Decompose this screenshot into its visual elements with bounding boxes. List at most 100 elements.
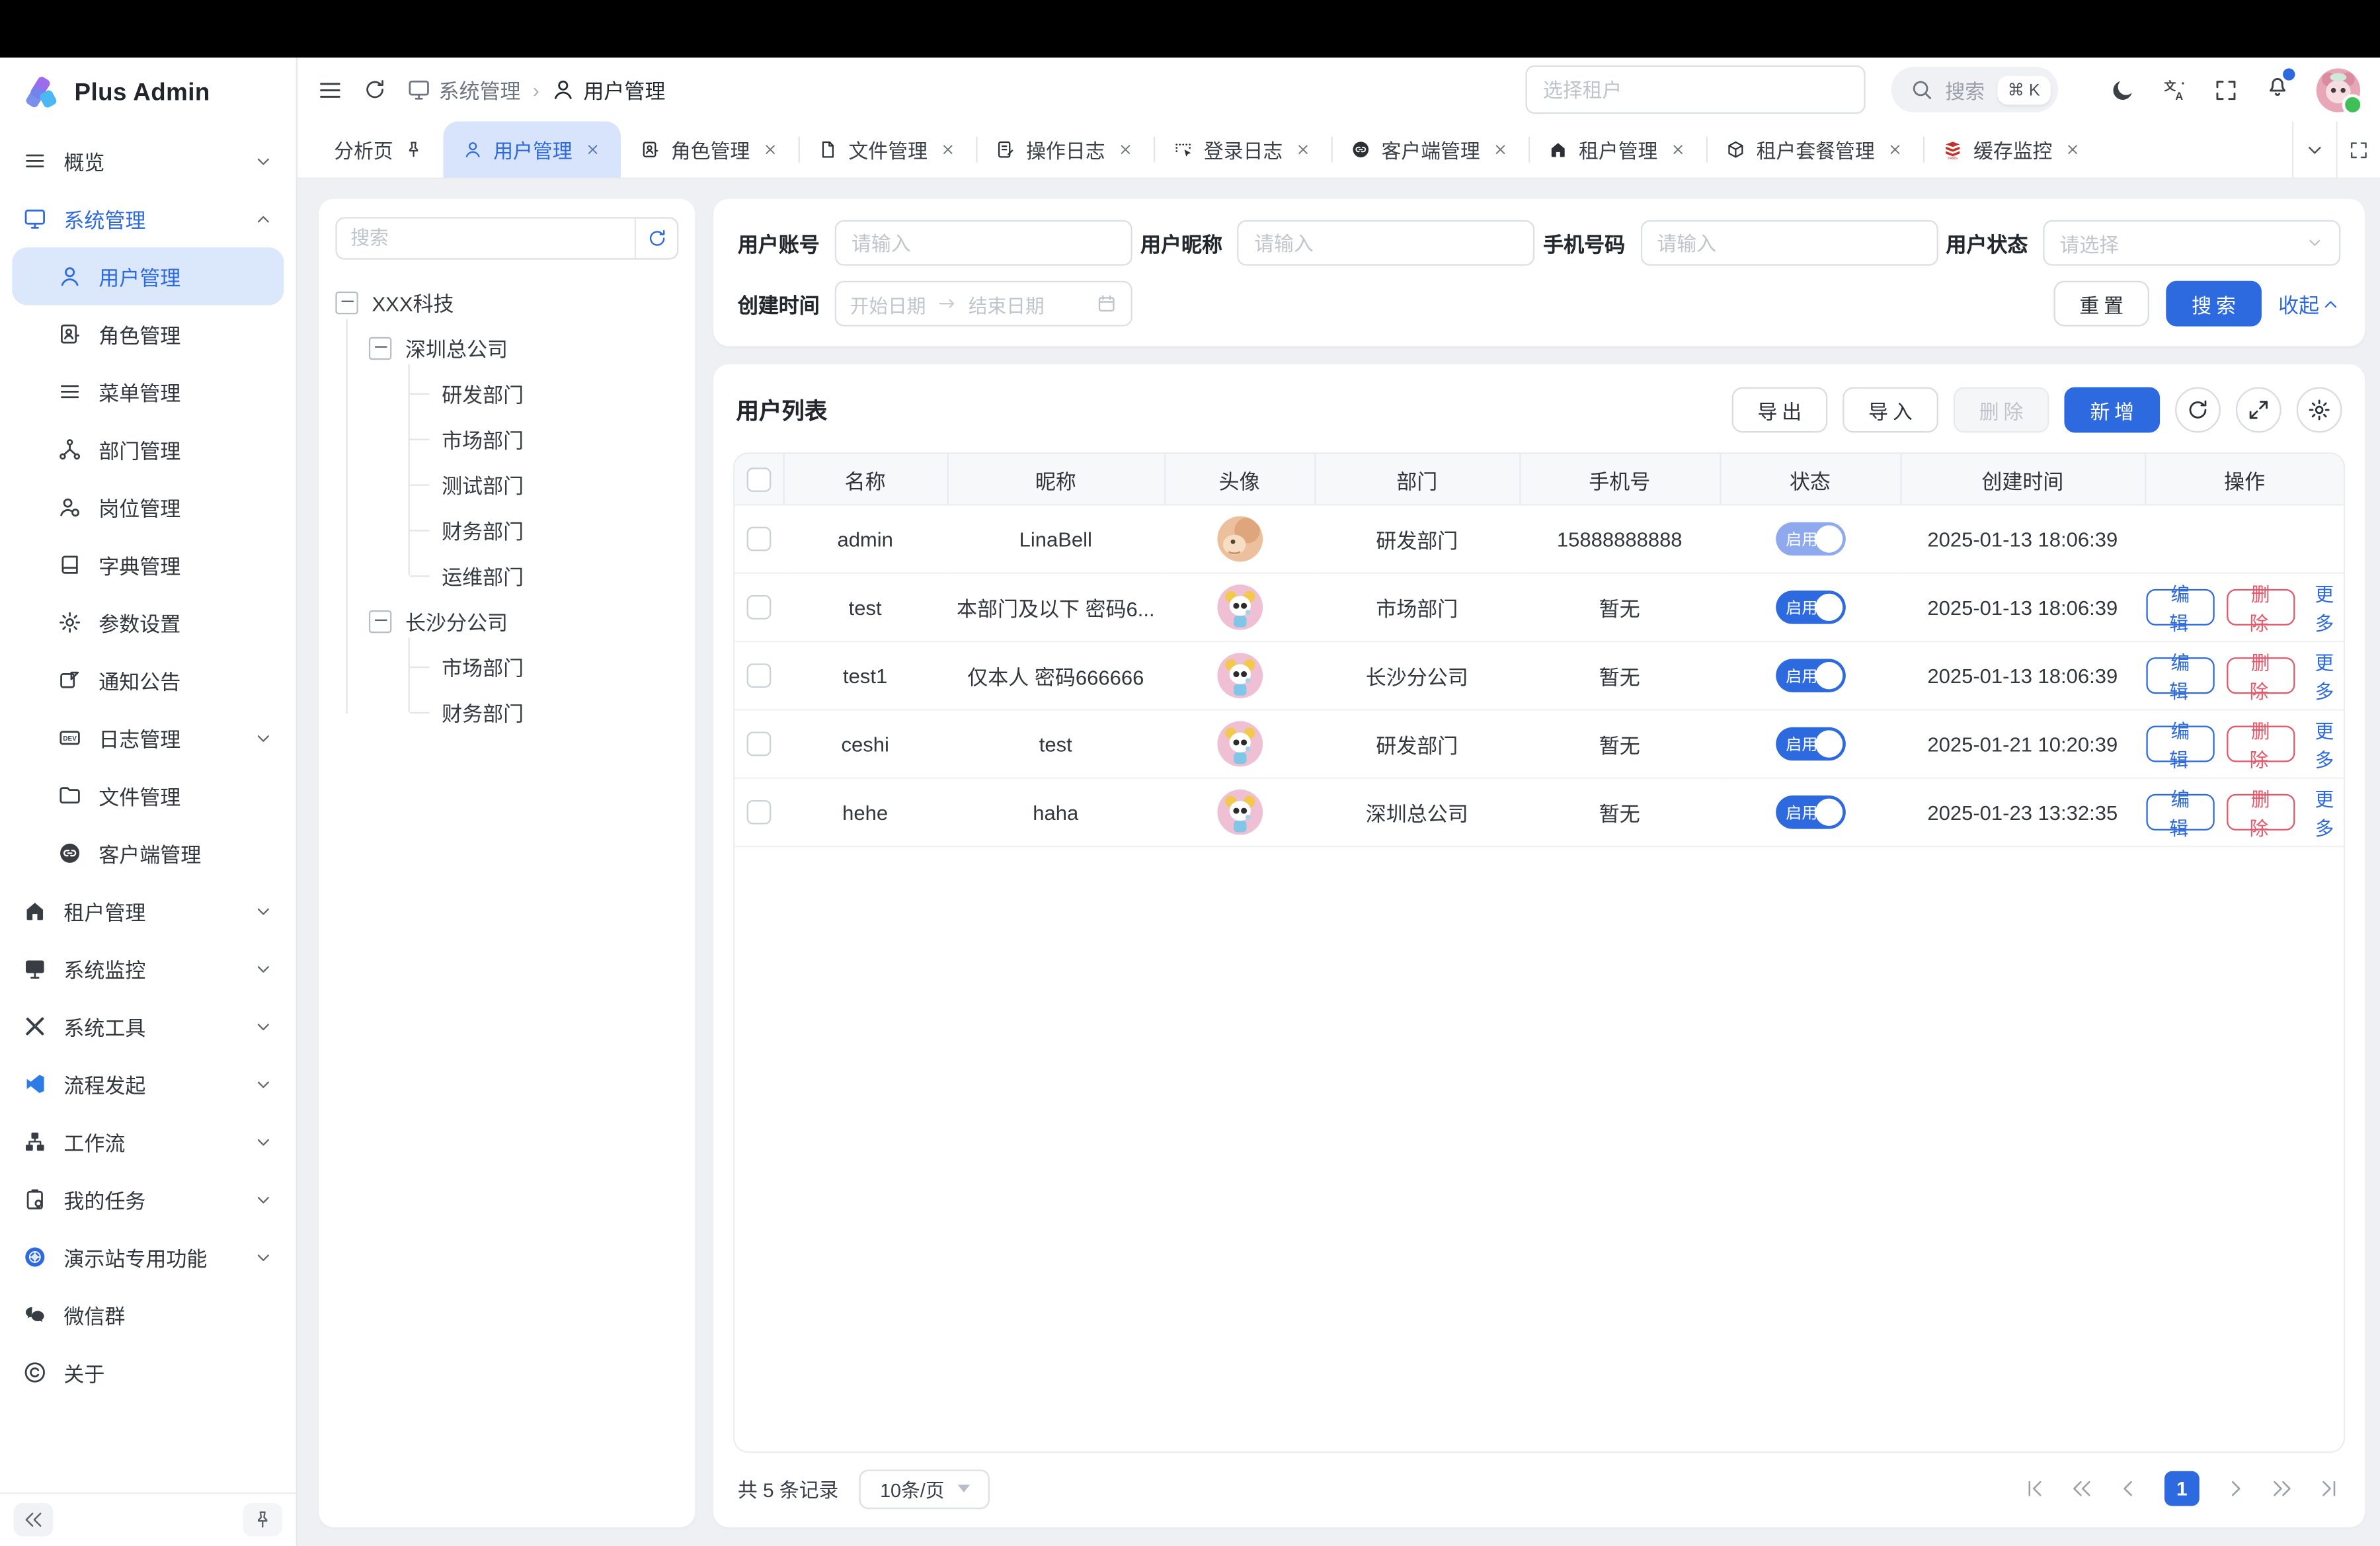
user-avatar-image[interactable] xyxy=(1216,721,1262,767)
close-icon[interactable] xyxy=(1295,142,1312,158)
status-toggle[interactable]: 启用 xyxy=(1775,795,1845,829)
tree-node-深圳总公司[interactable]: 深圳总公司 xyxy=(369,325,678,370)
delete-row-button[interactable]: 删除 xyxy=(2227,725,2295,762)
fullscreen-icon[interactable] xyxy=(2213,77,2239,102)
sidebar-item-角色管理[interactable]: 角色管理 xyxy=(0,305,296,362)
tab-分析页[interactable]: 分析页 xyxy=(314,122,443,178)
last-page-button[interactable] xyxy=(2318,1477,2340,1500)
hamburger-menu-icon[interactable] xyxy=(317,77,343,102)
row-checkbox[interactable] xyxy=(747,596,772,620)
tab-用户管理[interactable]: 用户管理 xyxy=(443,122,621,178)
more-actions-link[interactable]: 更多 xyxy=(2307,579,2342,636)
export-button[interactable]: 导出 xyxy=(1732,387,1828,432)
row-checkbox[interactable] xyxy=(747,664,772,688)
close-icon[interactable] xyxy=(762,142,779,158)
tab-操作日志[interactable]: 操作日志 xyxy=(976,122,1154,178)
filter-input-用户账号[interactable] xyxy=(835,220,1132,266)
jump-forward-button[interactable] xyxy=(2271,1477,2293,1500)
close-icon[interactable] xyxy=(2065,142,2081,158)
pin-icon[interactable] xyxy=(404,140,424,159)
close-icon[interactable] xyxy=(1670,142,1686,158)
sidebar-item-岗位管理[interactable]: 岗位管理 xyxy=(0,478,296,536)
select-all-checkbox[interactable] xyxy=(746,467,771,491)
breadcrumb-item-system[interactable]: 系统管理 xyxy=(407,75,520,105)
tree-collapse-box[interactable] xyxy=(335,291,358,313)
jump-back-button[interactable] xyxy=(2071,1477,2093,1500)
sidebar-item-我的任务[interactable]: 我的任务 xyxy=(0,1170,296,1228)
sidebar-item-关于[interactable]: 关于 xyxy=(0,1344,296,1401)
add-button[interactable]: 新增 xyxy=(2064,387,2160,432)
status-toggle[interactable]: 启用 xyxy=(1775,727,1845,761)
sidebar-pin-button[interactable] xyxy=(243,1503,282,1537)
tab-角色管理[interactable]: 角色管理 xyxy=(621,122,799,178)
status-select[interactable]: 请选择 xyxy=(2043,220,2340,266)
edit-button[interactable]: 编辑 xyxy=(2146,589,2214,626)
prev-page-button[interactable] xyxy=(2118,1477,2140,1500)
sidebar-item-用户管理[interactable]: 用户管理 xyxy=(12,247,284,305)
translate-language-icon[interactable]: 文A xyxy=(2161,77,2187,102)
tree-node-市场部门[interactable]: 市场部门 xyxy=(402,643,678,689)
sidebar-item-概览[interactable]: 概览 xyxy=(0,132,296,190)
row-checkbox[interactable] xyxy=(747,800,772,825)
date-range-picker[interactable]: 开始日期 结束日期 xyxy=(835,281,1132,327)
notifications-button[interactable] xyxy=(2265,73,2291,106)
current-page-button[interactable]: 1 xyxy=(2164,1471,2200,1506)
delete-row-button[interactable]: 删除 xyxy=(2227,657,2295,694)
sidebar-item-通知公告[interactable]: 通知公告 xyxy=(0,651,296,709)
sidebar-item-系统工具[interactable]: 系统工具 xyxy=(0,997,296,1055)
tree-node-研发部门[interactable]: 研发部门 xyxy=(402,370,678,416)
tree-node-测试部门[interactable]: 测试部门 xyxy=(402,462,678,507)
sidebar-item-客户端管理[interactable]: 客户端管理 xyxy=(0,825,296,882)
reset-button[interactable]: 重置 xyxy=(2053,281,2149,327)
sidebar-item-工作流[interactable]: 工作流 xyxy=(0,1113,296,1170)
status-toggle[interactable]: 启用 xyxy=(1775,659,1845,692)
tree-node-市场部门[interactable]: 市场部门 xyxy=(402,416,678,462)
sidebar-item-系统管理[interactable]: 系统管理 xyxy=(0,190,296,247)
tab-文件管理[interactable]: 文件管理 xyxy=(799,122,976,178)
tree-node-财务部门[interactable]: 财务部门 xyxy=(402,689,678,735)
user-avatar-image[interactable] xyxy=(1216,516,1262,562)
more-actions-link[interactable]: 更多 xyxy=(2307,715,2342,772)
edit-button[interactable]: 编辑 xyxy=(2146,657,2214,694)
row-checkbox[interactable] xyxy=(747,732,772,756)
tree-collapse-box[interactable] xyxy=(369,337,391,359)
close-icon[interactable] xyxy=(584,142,601,158)
sidebar-item-参数设置[interactable]: 参数设置 xyxy=(0,594,296,651)
sidebar-item-租户管理[interactable]: 租户管理 xyxy=(0,882,296,940)
close-icon[interactable] xyxy=(1492,142,1509,158)
edit-button[interactable]: 编辑 xyxy=(2146,725,2214,762)
delete-row-button[interactable]: 删除 xyxy=(2227,794,2295,831)
collapse-filter-link[interactable]: 收起 xyxy=(2278,288,2340,319)
global-search-button[interactable]: 搜索 ⌘ K xyxy=(1891,67,2059,112)
tab-租户管理[interactable]: 租户管理 xyxy=(1528,122,1706,178)
tree-node-财务部门[interactable]: 财务部门 xyxy=(402,507,678,553)
close-icon[interactable] xyxy=(1117,142,1134,158)
breadcrumb-item-user[interactable]: 用户管理 xyxy=(551,75,665,105)
sidebar-item-字典管理[interactable]: 字典管理 xyxy=(0,536,296,593)
sidebar-item-日志管理[interactable]: DEV 日志管理 xyxy=(0,709,296,766)
page-size-select[interactable]: 10条/页 xyxy=(860,1469,990,1508)
table-fullscreen-button[interactable] xyxy=(2236,387,2281,432)
tree-node-长沙分公司[interactable]: 长沙分公司 xyxy=(369,598,678,644)
filter-input-用户昵称[interactable] xyxy=(1238,220,1535,266)
sidebar-item-流程发起[interactable]: 流程发起 xyxy=(0,1055,296,1113)
tab-登录日志[interactable]: 登录日志 xyxy=(1154,122,1331,178)
table-refresh-button[interactable] xyxy=(2175,387,2221,432)
first-page-button[interactable] xyxy=(2023,1477,2045,1500)
more-actions-link[interactable]: 更多 xyxy=(2307,647,2342,704)
delete-row-button[interactable]: 删除 xyxy=(2227,589,2295,626)
dark-mode-moon-icon[interactable] xyxy=(2110,77,2135,102)
sidebar-item-演示站专用功能[interactable]: 演示站专用功能 xyxy=(0,1228,296,1285)
tab-客户端管理[interactable]: 客户端管理 xyxy=(1331,122,1529,178)
next-page-button[interactable] xyxy=(2224,1477,2246,1500)
edit-button[interactable]: 编辑 xyxy=(2146,794,2214,831)
close-icon[interactable] xyxy=(939,142,956,158)
refresh-page-icon[interactable] xyxy=(363,77,387,102)
sidebar-collapse-button[interactable] xyxy=(14,1503,54,1537)
user-avatar-image[interactable] xyxy=(1216,653,1262,698)
tree-collapse-box[interactable] xyxy=(369,610,391,632)
search-button[interactable]: 搜索 xyxy=(2166,281,2262,327)
import-button[interactable]: 导入 xyxy=(1843,387,1938,432)
content-fullscreen-button[interactable] xyxy=(2336,122,2380,178)
tenant-select-input[interactable] xyxy=(1525,65,1864,114)
